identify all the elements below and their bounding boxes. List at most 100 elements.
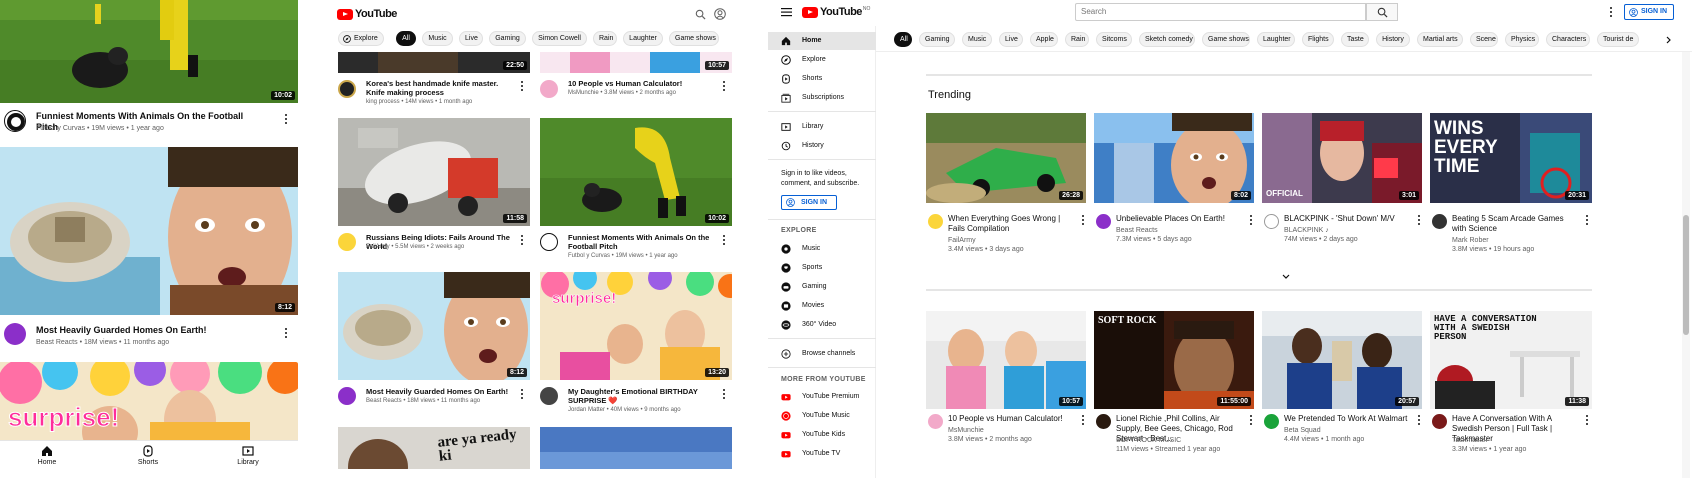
more-options-icon[interactable]: [283, 327, 289, 339]
chip-live[interactable]: Live: [999, 32, 1023, 47]
channel-avatar[interactable]: [1264, 414, 1279, 429]
video-title[interactable]: Most Heavily Guarded Homes On Earth!: [366, 387, 516, 396]
sidebar-item-browse-channels[interactable]: Browse channels: [768, 345, 876, 363]
more-options-icon[interactable]: [721, 234, 727, 246]
chevron-down-icon[interactable]: [1282, 274, 1290, 280]
chip-sitcoms[interactable]: Sitcoms: [1096, 32, 1132, 47]
more-options-icon[interactable]: [519, 388, 525, 400]
video-thumbnail[interactable]: 10:02: [0, 0, 298, 103]
nav-home[interactable]: Home: [30, 445, 64, 466]
channel-name[interactable]: MsMunchie: [948, 426, 1076, 435]
video-title[interactable]: Korea's best handmade knife master. Knif…: [366, 79, 516, 97]
sidebar-item-gaming[interactable]: Gaming: [768, 278, 876, 296]
channel-avatar[interactable]: [928, 414, 943, 429]
sidebar-item-home[interactable]: Home: [768, 32, 876, 50]
nav-library[interactable]: Library: [231, 445, 265, 466]
chip-taste[interactable]: Taste: [1341, 32, 1369, 47]
more-options-icon[interactable]: [1080, 414, 1086, 426]
search-button[interactable]: [1366, 3, 1398, 21]
chip-live[interactable]: Live: [459, 31, 483, 46]
sidebar-item-360[interactable]: 360° Video: [768, 316, 876, 334]
sidebar-item-library[interactable]: Library: [768, 118, 876, 136]
video-thumbnail[interactable]: WINS EVERY TIME 20:31: [1430, 113, 1592, 203]
channel-avatar[interactable]: [338, 387, 356, 405]
sidebar-item-youtube-premium[interactable]: YouTube Premium: [768, 388, 876, 406]
channel-avatar[interactable]: [4, 110, 26, 132]
chip-simon-cowell[interactable]: Simon Cowell: [532, 31, 587, 46]
video-thumbnail[interactable]: 11:58: [338, 118, 530, 226]
more-options-icon[interactable]: [1416, 414, 1422, 426]
sign-in-button[interactable]: SIGN IN: [1624, 4, 1674, 20]
video-thumbnail[interactable]: surprise!: [0, 362, 298, 448]
channel-avatar[interactable]: [928, 214, 943, 229]
video-title[interactable]: BLACKPINK - 'Shut Down' M/V: [1284, 214, 1412, 224]
video-thumbnail[interactable]: SOFT ROCK 11:55:00: [1094, 311, 1254, 409]
channel-avatar[interactable]: [540, 233, 558, 251]
video-title[interactable]: We Pretended To Work At Walmart: [1284, 414, 1412, 424]
chip-gaming[interactable]: Gaming: [919, 32, 955, 47]
chip-laughter[interactable]: Laughter: [623, 31, 663, 46]
video-thumbnail[interactable]: surprise! 13:20: [540, 272, 732, 380]
search-input[interactable]: Search: [1075, 3, 1366, 21]
channel-avatar[interactable]: [338, 80, 356, 98]
more-options-icon[interactable]: [1584, 414, 1590, 426]
chip-history[interactable]: History: [1376, 32, 1410, 47]
chip-music[interactable]: Music: [422, 31, 453, 46]
sidebar-item-history[interactable]: History: [768, 137, 876, 155]
sidebar-item-shorts[interactable]: Shorts: [768, 70, 876, 88]
menu-icon[interactable]: [781, 7, 792, 17]
nav-shorts[interactable]: Shorts: [131, 445, 165, 466]
search-icon[interactable]: [695, 9, 706, 20]
channel-avatar[interactable]: [338, 233, 356, 251]
chip-rain[interactable]: Rain: [1065, 32, 1089, 47]
video-thumbnail[interactable]: 8:02: [1094, 113, 1254, 203]
more-options-icon[interactable]: [1248, 414, 1254, 426]
channel-avatar[interactable]: [1096, 414, 1111, 429]
chip-physics[interactable]: Physics: [1505, 32, 1539, 47]
video-title[interactable]: Most Heavily Guarded Homes On Earth!: [36, 325, 266, 336]
chip-flights[interactable]: Flights: [1302, 32, 1334, 47]
chip-apple[interactable]: Apple: [1030, 32, 1058, 47]
channel-name[interactable]: BLACKPINK ♪: [1284, 226, 1412, 235]
video-thumbnail[interactable]: 10:57: [926, 311, 1086, 409]
channel-avatar[interactable]: [1264, 214, 1279, 229]
chip-game-shows[interactable]: Game shows: [1202, 32, 1250, 47]
more-options-icon[interactable]: [1080, 214, 1086, 226]
sidebar-item-youtube-tv[interactable]: YouTube TV: [768, 445, 876, 463]
chip-laughter[interactable]: Laughter: [1257, 32, 1295, 47]
channel-avatar[interactable]: [1432, 214, 1447, 229]
channel-name[interactable]: Beta Squad: [1284, 426, 1412, 435]
chip-martial-arts[interactable]: Martial arts: [1417, 32, 1463, 47]
video-title[interactable]: When Everything Goes Wrong | Fails Compi…: [948, 214, 1076, 234]
more-options-icon[interactable]: [1416, 214, 1422, 226]
video-title[interactable]: 10 People vs Human Calculator!: [568, 79, 718, 88]
channel-name[interactable]: Mark Rober: [1452, 236, 1580, 245]
video-thumbnail[interactable]: 8:12: [338, 272, 530, 380]
more-options-icon[interactable]: [519, 234, 525, 246]
sidebar-item-youtube-kids[interactable]: YouTube Kids: [768, 426, 876, 444]
more-options-icon[interactable]: [283, 113, 289, 125]
sidebar-item-movies[interactable]: Movies: [768, 297, 876, 315]
video-thumbnail[interactable]: are ya ready ki: [338, 427, 530, 469]
video-thumbnail[interactable]: [540, 427, 732, 469]
video-thumbnail[interactable]: HAVE A CONVERSATION WITH A SWEDISH PERSO…: [1430, 311, 1592, 409]
channel-name[interactable]: FailArmy: [948, 236, 1076, 245]
video-thumbnail[interactable]: 8:12: [0, 147, 298, 315]
more-options-icon[interactable]: [519, 80, 525, 92]
more-options-icon[interactable]: [721, 388, 727, 400]
chip-game-shows[interactable]: Game shows: [669, 31, 719, 46]
video-thumbnail[interactable]: 10:02: [540, 118, 732, 226]
channel-name[interactable]: SOFT ROCK MUSIC: [1116, 436, 1244, 445]
chevron-right-icon[interactable]: [1665, 36, 1672, 44]
channel-avatar[interactable]: [4, 323, 26, 345]
video-thumbnail[interactable]: 22:50: [338, 52, 530, 73]
chip-characters[interactable]: Characters: [1546, 32, 1590, 47]
chip-all[interactable]: All: [894, 32, 912, 47]
chip-scene[interactable]: Scene: [1470, 32, 1498, 47]
settings-icon[interactable]: [1608, 6, 1614, 18]
chip-explore[interactable]: Explore: [338, 31, 384, 46]
scrollbar-thumb[interactable]: [1683, 215, 1689, 335]
youtube-logo[interactable]: YouTube: [337, 8, 397, 20]
sidebar-item-explore[interactable]: Explore: [768, 51, 876, 69]
account-icon[interactable]: [714, 8, 726, 20]
